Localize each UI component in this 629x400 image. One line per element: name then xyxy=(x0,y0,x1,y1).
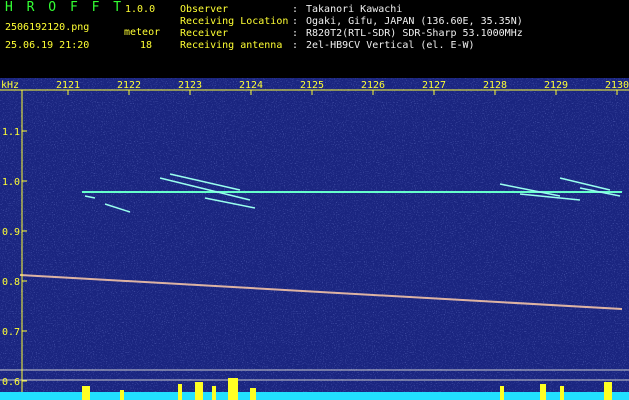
unit-label: kHz xyxy=(1,80,19,91)
freq-tick-label: 1.1 xyxy=(2,127,20,138)
app-version: 1.0.0 xyxy=(125,4,156,15)
freq-tick-label: 0.9 xyxy=(2,227,20,238)
location-label: Receiving Location xyxy=(180,16,289,27)
time-tick-label: 2123 xyxy=(178,80,202,91)
time-tick-label: 2121 xyxy=(56,80,80,91)
time-tick-label: 2128 xyxy=(483,80,507,91)
antenna-value: 2el-HB9CV Vertical (el. E-W) xyxy=(306,40,475,51)
app-name: H R O F F T xyxy=(5,0,125,15)
time-tick-label: 2127 xyxy=(422,80,446,91)
time-tick-label: 2126 xyxy=(361,80,385,91)
colon: : xyxy=(292,28,299,39)
receiver-value: R820T2(RTL-SDR) SDR-Sharp 53.1000MHz xyxy=(306,28,523,39)
antenna-label: Receiving antenna xyxy=(180,40,283,51)
observer-label: Observer xyxy=(180,4,229,15)
colon: : xyxy=(292,4,299,15)
colon: : xyxy=(292,40,299,51)
freq-tick-label: 0.6 xyxy=(2,377,20,388)
meteor-count: 18 xyxy=(140,40,153,51)
freq-tick-label: 0.7 xyxy=(2,327,20,338)
file-name: 2506192120.png xyxy=(5,22,90,33)
time-tick-label: 2122 xyxy=(117,80,141,91)
time-tick-label: 2124 xyxy=(239,80,263,91)
freq-tick-label: 0.8 xyxy=(2,277,20,288)
noise-texture xyxy=(0,78,629,400)
meteor-label: meteor xyxy=(124,27,161,38)
freq-tick-label: 1.0 xyxy=(2,177,20,188)
location-value: Ogaki, Gifu, JAPAN (136.60E, 35.35N) xyxy=(306,16,523,27)
time-tick-label: 2129 xyxy=(544,80,568,91)
spectrogram: kHz 2121 2122 2123 2124 2125 2126 2127 2128 2129… xyxy=(0,78,629,400)
colon: : xyxy=(292,16,299,27)
observation-datetime: 25.06.19 21:20 xyxy=(5,40,90,51)
time-tick-label: 2130 xyxy=(605,80,629,91)
level-strip xyxy=(0,392,629,400)
observer-value: Takanori Kawachi xyxy=(306,4,403,15)
receiver-label: Receiver xyxy=(180,28,229,39)
header-panel: H R O F F T 1.0.0 2506192120.png meteor … xyxy=(0,0,629,78)
time-tick-label: 2125 xyxy=(300,80,324,91)
